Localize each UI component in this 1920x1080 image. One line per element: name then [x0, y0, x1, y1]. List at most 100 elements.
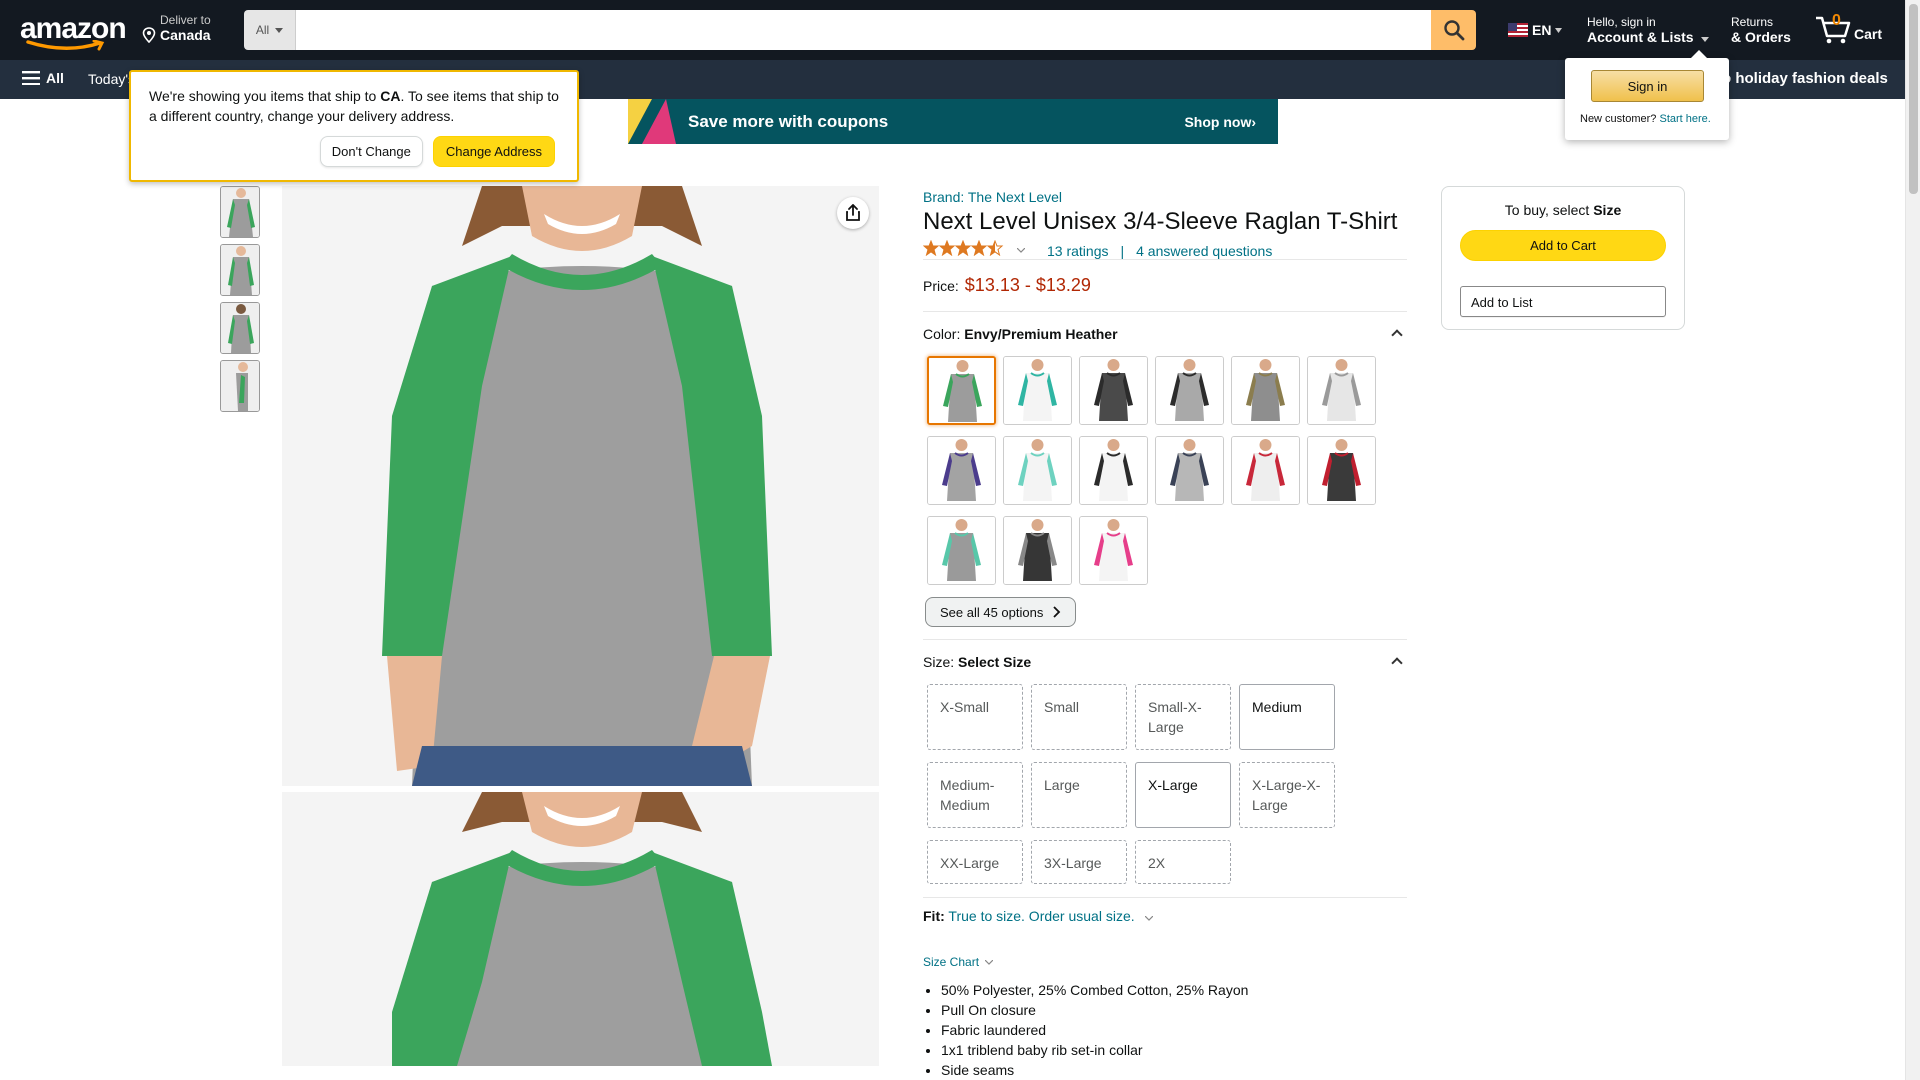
collapse-color-chevron-up-icon[interactable]: [1391, 329, 1403, 341]
thumbnail-2[interactable]: [220, 244, 260, 296]
size-option[interactable]: X-Large: [1135, 762, 1231, 828]
language-selector[interactable]: EN: [1508, 22, 1563, 38]
swatch-shirt-image: [1156, 357, 1223, 424]
size-header: Size: Select Size: [923, 654, 1031, 670]
color-swatch-9[interactable]: [1079, 436, 1148, 505]
color-swatch-11[interactable]: [1231, 436, 1300, 505]
color-swatch-6[interactable]: [1307, 356, 1376, 425]
banner-headline: Save more with coupons: [688, 112, 889, 131]
account-lists[interactable]: Hello, sign in Account & Lists: [1587, 15, 1710, 45]
see-all-label: See all 45 options: [940, 604, 1044, 620]
cart-count: 0: [1832, 12, 1841, 29]
returns-line2: & Orders: [1731, 29, 1791, 45]
see-all-options-button[interactable]: See all 45 options: [925, 597, 1077, 627]
fit-value-link[interactable]: True to size. Order usual size.: [948, 908, 1134, 924]
star-rating[interactable]: [922, 239, 1007, 261]
divider: [923, 897, 1407, 898]
color-swatch-10[interactable]: [1155, 436, 1224, 505]
search-input[interactable]: [296, 10, 1431, 50]
search-button[interactable]: [1431, 10, 1476, 50]
language-label: EN: [1532, 22, 1552, 38]
search-bar: All: [244, 10, 1476, 50]
size-option[interactable]: Medium-Medium: [927, 762, 1023, 828]
caret-down-icon: [1701, 37, 1710, 42]
sign-in-button[interactable]: Sign in: [1591, 70, 1704, 102]
returns-orders[interactable]: Returns & Orders: [1731, 15, 1791, 45]
search-icon: [1443, 20, 1464, 41]
size-option[interactable]: XX-Large: [927, 840, 1023, 884]
change-address-button[interactable]: Change Address: [432, 136, 555, 167]
chevron-right-icon: [1053, 606, 1061, 618]
divider: [923, 639, 1407, 640]
coupons-banner[interactable]: Save more with coupons Shop now›: [628, 99, 1278, 144]
color-swatch-8[interactable]: [1003, 436, 1072, 505]
share-icon: [846, 204, 860, 221]
rating-row: 13 ratings | 4 answered questions: [922, 239, 1272, 261]
new-customer-label: New customer?: [1580, 113, 1657, 125]
popover-msg-part1: We're showing you items that ship to: [149, 88, 381, 104]
size-option[interactable]: X-Large-X-Large: [1239, 762, 1335, 828]
swatch-shirt-image: [1232, 357, 1299, 424]
deliver-to[interactable]: Deliver to Canada: [142, 13, 211, 43]
account-label: Account & Lists: [1587, 29, 1694, 45]
delivery-country-popover: We're showing you items that ship to CA.…: [129, 70, 579, 182]
size-option[interactable]: Small: [1031, 684, 1127, 750]
swatch-shirt-image: [1156, 437, 1223, 504]
color-swatch-15[interactable]: [1079, 516, 1148, 585]
thumbnail-1[interactable]: [220, 186, 260, 238]
color-label: Color:: [923, 326, 961, 342]
color-swatch-12[interactable]: [1307, 436, 1376, 505]
account-greeting: Hello, sign in: [1587, 15, 1656, 29]
divider: [923, 311, 1407, 312]
popover-message: We're showing you items that ship to CA.…: [149, 86, 559, 126]
add-to-cart-button[interactable]: Add to Cart: [1460, 230, 1666, 261]
size-option[interactable]: Large: [1031, 762, 1127, 828]
size-option[interactable]: 2X: [1135, 840, 1231, 884]
swatch-shirt-image: [929, 358, 994, 423]
page-scrollbar[interactable]: [1905, 0, 1920, 1080]
thumbnail-3[interactable]: [220, 302, 260, 354]
all-menu-button[interactable]: All: [22, 70, 64, 86]
thumbnail-4[interactable]: [220, 360, 260, 412]
search-dept-label: All: [255, 23, 270, 37]
answered-questions-link[interactable]: 4 answered questions: [1136, 243, 1272, 259]
color-swatch-1[interactable]: [927, 356, 996, 425]
todays-deals-link[interactable]: Today's: [88, 71, 135, 87]
color-swatch-7[interactable]: [927, 436, 996, 505]
banner-shop-now[interactable]: Shop now›: [1184, 114, 1256, 130]
size-option[interactable]: Medium: [1239, 684, 1335, 750]
color-swatch-13[interactable]: [927, 516, 996, 585]
chevron-down-icon[interactable]: [1144, 915, 1153, 921]
chevron-down-icon[interactable]: [1017, 248, 1025, 253]
color-swatch-3[interactable]: [1079, 356, 1148, 425]
share-button[interactable]: [837, 197, 869, 229]
feature-bullets: 50% Polyester, 25% Combed Cotton, 25% Ra…: [941, 980, 1248, 1080]
dont-change-button[interactable]: Don't Change: [319, 136, 423, 167]
size-option[interactable]: 3X-Large: [1031, 840, 1127, 884]
scrollbar-thumb[interactable]: [1909, 4, 1918, 194]
color-swatch-2[interactable]: [1003, 356, 1072, 425]
holiday-fashion-promo-link[interactable]: o holiday fashion deals: [1722, 70, 1888, 87]
cart-button[interactable]: 0 Cart: [1814, 12, 1882, 44]
collapse-size-chevron-up-icon[interactable]: [1391, 657, 1403, 669]
start-here-link[interactable]: Start here.: [1659, 113, 1710, 125]
location-pin-icon: [142, 27, 156, 43]
color-swatch-14[interactable]: [1003, 516, 1072, 585]
add-to-list-button[interactable]: Add to List: [1460, 286, 1666, 317]
caret-down-icon: [1555, 27, 1563, 33]
brand-link[interactable]: Brand: The Next Level: [923, 189, 1062, 205]
swatch-shirt-image: [928, 437, 995, 504]
fit-row: Fit: True to size. Order usual size.: [923, 908, 1153, 924]
size-option[interactable]: X-Small: [927, 684, 1023, 750]
us-flag-icon: [1508, 23, 1528, 37]
color-swatch-4[interactable]: [1155, 356, 1224, 425]
amazon-logo[interactable]: amazon: [20, 14, 127, 51]
secondary-product-image[interactable]: [282, 792, 879, 1066]
main-product-image[interactable]: [282, 186, 879, 786]
size-chart-link[interactable]: Size Chart: [923, 955, 994, 969]
feature-bullet: Fabric laundered: [941, 1020, 1248, 1040]
ratings-count-link[interactable]: 13 ratings: [1047, 243, 1108, 259]
color-swatch-5[interactable]: [1231, 356, 1300, 425]
size-option[interactable]: Small-X-Large: [1135, 684, 1231, 750]
search-department-select[interactable]: All: [244, 10, 296, 50]
